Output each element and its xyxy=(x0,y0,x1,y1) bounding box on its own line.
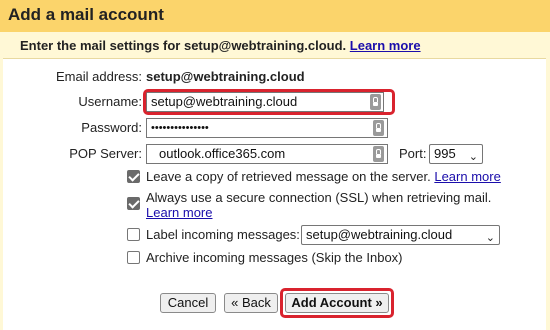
port-select-value: 995 xyxy=(434,146,456,161)
chevron-down-icon: ⌄ xyxy=(485,232,495,244)
pop-key-icon[interactable] xyxy=(373,146,384,162)
label-incoming-select-value: setup@webtraining.cloud xyxy=(306,227,453,242)
intro-text: Enter the mail settings for setup@webtra… xyxy=(20,38,347,53)
ssl-option: Always use a secure connection (SSL) whe… xyxy=(146,190,506,220)
pop-server-label: POP Server: xyxy=(69,146,142,161)
password-label: Password: xyxy=(81,120,142,135)
email-value: setup@webtraining.cloud xyxy=(146,69,305,84)
ssl-learn-more-link[interactable]: Learn more xyxy=(146,205,212,220)
label-incoming-label: Label incoming messages: xyxy=(146,227,300,242)
settings-panel: Email address: setup@webtraining.cloud U… xyxy=(3,58,546,330)
archive-checkbox[interactable] xyxy=(127,251,140,264)
ssl-checkbox[interactable] xyxy=(127,197,140,210)
dialog-title: Add a mail account xyxy=(8,5,164,24)
username-label: Username: xyxy=(78,94,142,109)
leave-copy-label: Leave a copy of retrieved message on the… xyxy=(146,169,431,184)
cancel-button[interactable]: Cancel xyxy=(160,293,216,313)
chevron-down-icon: ⌄ xyxy=(468,151,478,163)
label-incoming-checkbox[interactable] xyxy=(127,228,140,241)
port-select[interactable]: 995 ⌄ xyxy=(429,144,483,164)
leave-copy-option: Leave a copy of retrieved message on the… xyxy=(146,169,501,184)
ssl-label: Always use a secure connection (SSL) whe… xyxy=(146,190,492,205)
username-highlight xyxy=(143,89,395,115)
leave-copy-checkbox[interactable] xyxy=(127,170,140,183)
back-button[interactable]: « Back xyxy=(224,293,278,313)
label-incoming-select[interactable]: setup@webtraining.cloud ⌄ xyxy=(301,225,500,245)
email-label: Email address: xyxy=(56,69,142,84)
password-input[interactable]: ••••••••••••••• xyxy=(146,118,388,138)
add-account-highlight xyxy=(280,288,394,318)
intro-line: Enter the mail settings for setup@webtra… xyxy=(20,38,421,53)
leave-copy-learn-more-link[interactable]: Learn more xyxy=(434,169,500,184)
port-label: Port: xyxy=(399,146,427,161)
dialog-body: Enter the mail settings for setup@webtra… xyxy=(0,32,550,330)
dialog-title-bar: Add a mail account xyxy=(0,0,550,32)
intro-learn-more-link[interactable]: Learn more xyxy=(350,38,421,53)
archive-label: Archive incoming messages (Skip the Inbo… xyxy=(146,250,403,265)
pop-server-input[interactable]: outlook.office365.com xyxy=(146,144,388,164)
password-key-icon[interactable] xyxy=(373,120,384,136)
